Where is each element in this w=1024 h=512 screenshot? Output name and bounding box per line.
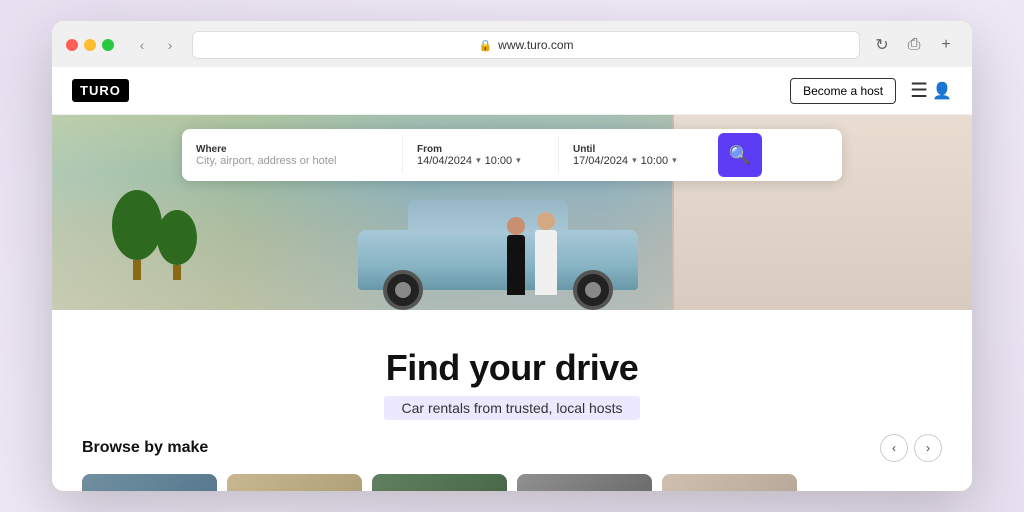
- nav-right: Become a host ☰ 👤: [790, 78, 952, 104]
- browse-section: Browse by make ‹ ›: [82, 434, 942, 491]
- person-body-1: [507, 235, 525, 295]
- person-head-2: [537, 212, 555, 230]
- make-card[interactable]: [662, 474, 797, 491]
- car-body: [358, 230, 638, 290]
- from-date-value: 14/04/2024 ▾ 10:00 ▾: [417, 155, 544, 167]
- car-wheel-left: [383, 270, 423, 310]
- close-traffic-light[interactable]: [66, 39, 78, 51]
- person-male: [535, 212, 557, 295]
- until-date-chevron: ▾: [632, 155, 637, 166]
- person-female: [507, 217, 525, 295]
- turo-logo: TURO: [72, 79, 129, 102]
- person-head-1: [507, 217, 525, 235]
- tree-left: [112, 190, 162, 280]
- content-area: Find your drive Car rentals from trusted…: [52, 310, 972, 491]
- traffic-lights: [66, 39, 114, 51]
- minimize-traffic-light[interactable]: [84, 39, 96, 51]
- search-icon: 🔍: [729, 145, 751, 166]
- make-card[interactable]: [227, 474, 362, 491]
- browse-prev-button[interactable]: ‹: [880, 434, 908, 462]
- become-host-button[interactable]: Become a host: [790, 78, 896, 104]
- back-button[interactable]: ‹: [130, 33, 154, 57]
- browse-navigation: ‹ ›: [880, 434, 942, 462]
- people-image: [507, 212, 557, 295]
- sub-headline: Car rentals from trusted, local hosts: [384, 396, 641, 420]
- from-time-text: 10:00: [485, 155, 513, 167]
- address-bar[interactable]: 🔒 www.turo.com: [192, 31, 860, 59]
- from-field[interactable]: From 14/04/2024 ▾ 10:00 ▾: [403, 129, 558, 181]
- lock-icon: 🔒: [478, 39, 492, 52]
- browse-next-button[interactable]: ›: [914, 434, 942, 462]
- person-body-2: [535, 230, 557, 295]
- share-button[interactable]: ⎙: [902, 33, 926, 57]
- from-label: From: [417, 144, 544, 155]
- url-text: www.turo.com: [498, 38, 573, 52]
- site-nav: TURO Become a host ☰ 👤: [52, 67, 972, 115]
- until-date-value: 17/04/2024 ▾ 10:00 ▾: [573, 155, 700, 167]
- browser-window: ‹ › 🔒 www.turo.com ↻ ⎙ + TURO Become a h…: [52, 21, 972, 491]
- until-date-text: 17/04/2024: [573, 155, 628, 167]
- make-card[interactable]: [372, 474, 507, 491]
- tree-center-left: [157, 210, 197, 280]
- maximize-traffic-light[interactable]: [102, 39, 114, 51]
- browse-header: Browse by make ‹ ›: [82, 434, 942, 462]
- from-time-chevron: ▾: [516, 155, 521, 166]
- until-label: Until: [573, 144, 700, 155]
- where-label: Where: [196, 144, 388, 155]
- car-image: [358, 230, 638, 290]
- hero-text-section: Find your drive Car rentals from trusted…: [82, 330, 942, 434]
- search-button[interactable]: 🔍: [718, 133, 762, 177]
- browse-title: Browse by make: [82, 439, 208, 457]
- until-time-text: 10:00: [641, 155, 669, 167]
- main-headline: Find your drive: [82, 348, 942, 388]
- website-content: TURO Become a host ☰ 👤: [52, 67, 972, 491]
- make-card[interactable]: [82, 474, 217, 491]
- make-cards-container: [82, 474, 942, 491]
- from-date-chevron: ▾: [476, 155, 481, 166]
- new-tab-button[interactable]: +: [934, 33, 958, 57]
- until-field[interactable]: Until 17/04/2024 ▾ 10:00 ▾: [559, 129, 714, 181]
- where-field[interactable]: Where City, airport, address or hotel: [182, 129, 402, 181]
- refresh-button[interactable]: ↻: [870, 33, 894, 57]
- hamburger-icon: ☰: [910, 78, 928, 103]
- where-input[interactable]: City, airport, address or hotel: [196, 155, 388, 167]
- browser-actions: ↻ ⎙ +: [870, 33, 958, 57]
- search-bar: Where City, airport, address or hotel Fr…: [182, 129, 842, 181]
- hero-section: Where City, airport, address or hotel Fr…: [52, 115, 972, 310]
- make-card[interactable]: [517, 474, 652, 491]
- browser-chrome: ‹ › 🔒 www.turo.com ↻ ⎙ +: [52, 21, 972, 67]
- nav-menu-button[interactable]: ☰ 👤: [910, 78, 952, 103]
- car-wheel-right: [573, 270, 613, 310]
- until-time-chevron: ▾: [672, 155, 677, 166]
- forward-button[interactable]: ›: [158, 33, 182, 57]
- from-date-text: 14/04/2024: [417, 155, 472, 167]
- browser-nav-arrows: ‹ ›: [130, 33, 182, 57]
- profile-icon: 👤: [932, 81, 952, 101]
